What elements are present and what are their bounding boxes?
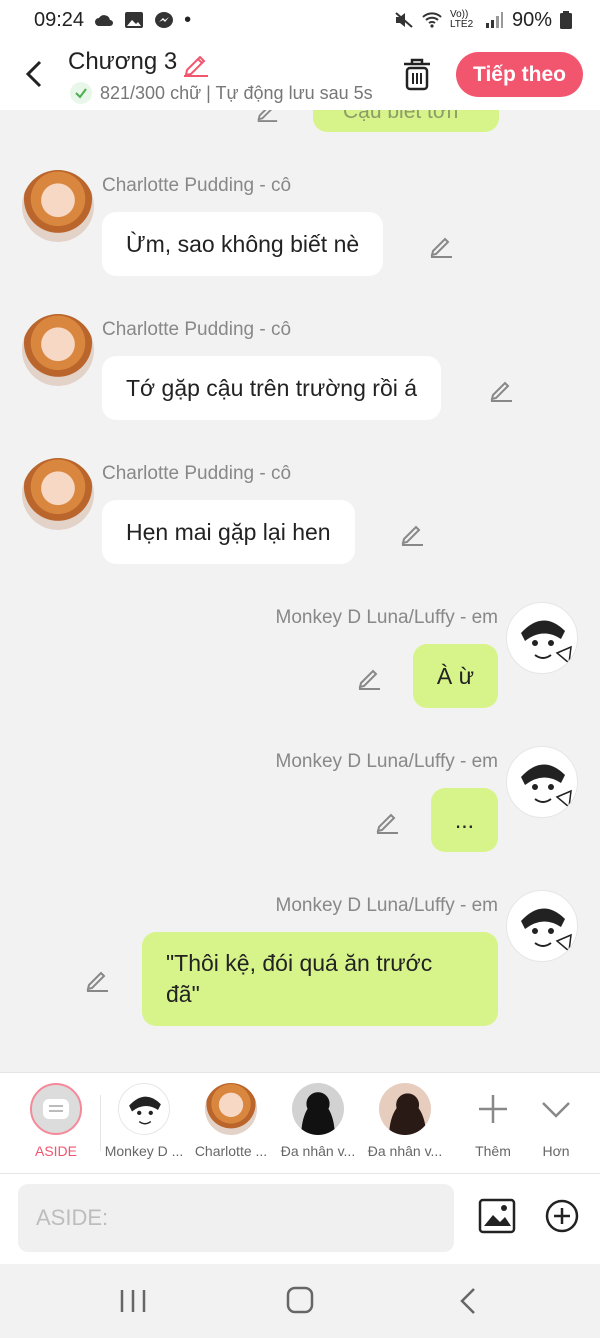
status-dot: • <box>184 8 192 31</box>
mute-icon <box>395 12 413 28</box>
message-bubble[interactable]: ... <box>430 788 498 852</box>
edit-title-pencil-icon[interactable] <box>182 49 210 77</box>
messenger-icon <box>155 12 174 28</box>
more-label: Hơn <box>542 1143 570 1159</box>
word-count-autosave: 821/300 chữ | Tự động lưu sau 5s <box>100 82 373 103</box>
pencil-icon[interactable] <box>488 376 514 402</box>
avatar-luffy[interactable] <box>506 746 578 818</box>
character-label: Đa nhân v... <box>367 1143 443 1159</box>
message-line: đã" <box>166 981 200 1007</box>
message-bubble[interactable]: Tớ gặp cậu trên trường rồi á <box>102 356 442 420</box>
character-label: Charlotte ... <box>194 1143 268 1159</box>
sketch-face-icon <box>521 620 572 665</box>
aside-icon <box>30 1083 82 1135</box>
image-upload-icon[interactable] <box>478 1198 516 1234</box>
sender-name: Charlotte Pudding - cô <box>102 175 292 196</box>
home-icon[interactable] <box>286 1286 314 1314</box>
signal-icon <box>485 12 503 28</box>
avatar-luffy <box>118 1083 170 1135</box>
character-label: Đa nhân v... <box>280 1143 356 1159</box>
trash-icon[interactable] <box>400 56 434 92</box>
sketch-face-icon <box>521 764 572 809</box>
avatar-luffy[interactable] <box>506 890 578 962</box>
character-multi-1[interactable]: Đa nhân v... <box>275 1083 361 1159</box>
recent-apps-icon[interactable] <box>118 1288 148 1314</box>
sender-name: Monkey D Luna/Luffy - em <box>275 895 498 916</box>
character-selector: ASIDE Monkey D ... Charlotte ... Đa nhân… <box>0 1072 600 1174</box>
character-aside[interactable]: ASIDE <box>13 1083 99 1159</box>
lte-label: Vo)) LTE2 <box>449 9 474 30</box>
check-icon <box>70 82 92 104</box>
system-nav-bar <box>0 1264 600 1338</box>
system-back-icon[interactable] <box>456 1286 480 1316</box>
image-icon <box>125 12 144 28</box>
message-bubble[interactable]: Ừm, sao không biết nè <box>102 212 384 276</box>
input-bar: ASIDE: <box>0 1174 600 1264</box>
message-line: "Thôi kệ, đói quá ăn trước <box>166 950 433 976</box>
partial-message-text: Cậu biết tớn <box>343 110 459 123</box>
sketch-face-icon <box>521 908 572 953</box>
battery-icon <box>560 11 572 29</box>
status-bar: 09:24 • Vo)) LTE2 90% <box>0 0 600 40</box>
pencil-icon[interactable] <box>428 232 454 258</box>
chapter-title[interactable]: Chương 3 <box>68 48 177 76</box>
pencil-icon[interactable] <box>356 664 382 690</box>
battery-text: 90% <box>511 8 552 31</box>
sketch-face-icon <box>129 1096 161 1125</box>
avatar-charlotte[interactable] <box>22 458 94 530</box>
character-label: Monkey D ... <box>104 1143 184 1159</box>
next-button[interactable]: Tiếp theo <box>456 52 583 97</box>
save-status: 821/300 chữ | Tự động lưu sau 5s <box>70 80 376 106</box>
silhouette-avatar <box>292 1083 344 1135</box>
partial-message-bubble[interactable]: Cậu biết tớn <box>313 110 499 132</box>
avatar-charlotte[interactable] <box>22 314 94 386</box>
character-multi-2[interactable]: Đa nhân v... <box>362 1083 448 1159</box>
avatar-charlotte <box>205 1083 257 1135</box>
sender-name: Monkey D Luna/Luffy - em <box>275 607 498 628</box>
cloud-icon <box>95 15 114 26</box>
sender-name: Charlotte Pudding - cô <box>102 463 292 484</box>
pencil-icon[interactable] <box>374 808 400 834</box>
character-charlotte[interactable]: Charlotte ... <box>188 1083 274 1159</box>
header: Chương 3 821/300 chữ | Tự động lưu sau 5… <box>0 40 600 110</box>
pencil-icon[interactable] <box>84 966 110 992</box>
message-input[interactable]: ASIDE: <box>18 1184 454 1252</box>
message-bubble[interactable]: À ừ <box>412 644 498 708</box>
wifi-icon <box>422 12 442 28</box>
sender-name: Charlotte Pudding - cô <box>102 319 292 340</box>
message-bubble[interactable]: Hẹn mai gặp lại hen <box>102 500 355 564</box>
chat-area[interactable]: Cậu biết tớn Charlotte Pudding - cô Ừm, … <box>0 110 600 1072</box>
add-circle-icon[interactable] <box>544 1198 580 1234</box>
message-bubble[interactable]: "Thôi kệ, đói quá ăn trước đã" <box>142 932 498 1026</box>
avatar-luffy[interactable] <box>506 602 578 674</box>
more-button[interactable]: Hơn <box>513 1083 599 1159</box>
pencil-icon[interactable] <box>399 520 425 546</box>
back-button[interactable] <box>18 54 52 94</box>
pencil-icon[interactable] <box>255 110 279 122</box>
sender-name: Monkey D Luna/Luffy - em <box>275 751 498 772</box>
character-label: ASIDE <box>34 1143 77 1159</box>
character-monkey[interactable]: Monkey D ... <box>101 1083 187 1159</box>
status-time: 09:24 <box>34 8 85 31</box>
avatar-charlotte[interactable] <box>22 170 94 242</box>
chevron-down-icon <box>530 1083 582 1135</box>
silhouette-avatar <box>379 1083 431 1135</box>
plus-icon <box>467 1083 519 1135</box>
